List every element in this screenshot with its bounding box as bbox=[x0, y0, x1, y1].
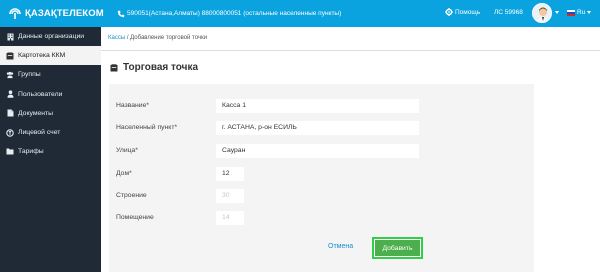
bill-icon bbox=[6, 128, 14, 137]
page-title-text: Торговая точка bbox=[123, 62, 199, 73]
help-label: Помощь bbox=[455, 8, 481, 16]
house-input[interactable]: 12 bbox=[216, 166, 244, 181]
add-button[interactable]: Добавить bbox=[372, 237, 423, 259]
brand-logo[interactable]: ҚАЗАҚТЕЛЕКОМ bbox=[0, 7, 108, 21]
user-icon bbox=[6, 90, 14, 98]
sidebar-item-label: Лицевой счет bbox=[18, 129, 61, 137]
phone-icon bbox=[117, 10, 125, 18]
sidebar-item-personal-account[interactable]: Лицевой счет bbox=[0, 123, 101, 142]
sidebar-item-label: Группы bbox=[18, 71, 41, 79]
sidebar: Данные организации Картотека ККМ Группы … bbox=[0, 27, 101, 272]
locality-input[interactable]: г. АСТАНА, р-он ЕСИЛЬ bbox=[216, 120, 419, 135]
card-file-icon bbox=[6, 52, 14, 60]
chevron-down-icon bbox=[587, 11, 592, 14]
field-label-building: Строение bbox=[116, 192, 147, 199]
building-input[interactable]: 30 bbox=[216, 188, 244, 203]
avatar[interactable] bbox=[532, 3, 552, 23]
language-label: Ru bbox=[577, 9, 586, 16]
breadcrumb: Кассы / Добавление торговой точки bbox=[108, 35, 207, 41]
sidebar-item-documents[interactable]: Документы bbox=[0, 104, 101, 123]
kazakhtelecom-logo-icon bbox=[8, 7, 22, 21]
form-row-room: Помещение 14 bbox=[116, 210, 244, 225]
sidebar-item-tariffs[interactable]: Тарифы bbox=[0, 142, 101, 161]
field-label-name: Название* bbox=[116, 102, 150, 109]
sidebar-item-label: Тарифы bbox=[18, 148, 44, 156]
field-label-street: Улица* bbox=[116, 147, 138, 154]
sidebar-item-label: Документы bbox=[18, 109, 54, 117]
contact-info: 590051(Астана,Алматы) 88000800051 (остал… bbox=[117, 10, 341, 18]
sidebar-item-label: Данные организации bbox=[18, 33, 85, 41]
gear-icon bbox=[445, 8, 453, 16]
sidebar-item-label: Картотека ККМ bbox=[18, 52, 66, 60]
form-row-house: Дом* 12 bbox=[116, 166, 244, 181]
users-group-icon bbox=[6, 71, 14, 79]
sidebar-item-organization[interactable]: Данные организации bbox=[0, 27, 101, 46]
page-title: Торговая точка bbox=[110, 62, 198, 73]
field-label-locality: Населенный пункт* bbox=[116, 124, 178, 131]
form-row-locality: Населенный пункт* г. АСТАНА, р-он ЕСИЛЬ bbox=[116, 120, 419, 135]
form-row-building: Строение 30 bbox=[116, 188, 244, 203]
chevron-down-icon[interactable] bbox=[555, 11, 559, 14]
breadcrumb-current: Добавление торговой точки bbox=[130, 35, 208, 41]
form-row-street: Улица* Сауран bbox=[116, 143, 419, 158]
breadcrumb-link-kassy[interactable]: Кассы bbox=[108, 35, 125, 41]
sidebar-item-label: Пользователи bbox=[18, 90, 63, 98]
cancel-link[interactable]: Отмена bbox=[328, 243, 353, 250]
sidebar-item-users[interactable]: Пользователи bbox=[0, 85, 101, 104]
sidebar-item-kkm-registry[interactable]: Картотека ККМ bbox=[0, 46, 101, 66]
sidebar-item-groups[interactable]: Группы bbox=[0, 65, 101, 84]
brand-name: ҚАЗАҚТЕЛЕКОМ bbox=[25, 8, 104, 19]
cash-register-icon bbox=[110, 63, 118, 72]
field-label-room: Помещение bbox=[116, 214, 154, 221]
contact-phones: 590051(Астана,Алматы) 88000800051 (остал… bbox=[127, 10, 342, 17]
document-icon bbox=[6, 109, 14, 117]
field-label-house: Дом* bbox=[116, 170, 132, 177]
account-number: ЛС 59968 bbox=[494, 9, 523, 16]
street-input[interactable]: Сауран bbox=[216, 143, 419, 158]
divider bbox=[101, 50, 600, 51]
building-icon bbox=[6, 33, 14, 41]
help-link[interactable]: Помощь bbox=[445, 8, 480, 16]
add-button-label: Добавить bbox=[375, 240, 420, 256]
russian-flag-icon bbox=[567, 9, 575, 16]
form-row-name: Название* Касса 1 bbox=[116, 98, 419, 113]
form-panel: Название* Касса 1 Населенный пункт* г. А… bbox=[109, 84, 534, 272]
language-selector[interactable]: Ru bbox=[567, 9, 592, 16]
top-header: ҚАЗАҚТЕЛЕКОМ 590051(Астана,Алматы) 88000… bbox=[0, 0, 600, 27]
main-content: Кассы / Добавление торговой точки Торгов… bbox=[101, 27, 600, 272]
folder-icon bbox=[6, 148, 14, 156]
name-input[interactable]: Касса 1 bbox=[216, 98, 419, 113]
room-input[interactable]: 14 bbox=[216, 210, 244, 225]
